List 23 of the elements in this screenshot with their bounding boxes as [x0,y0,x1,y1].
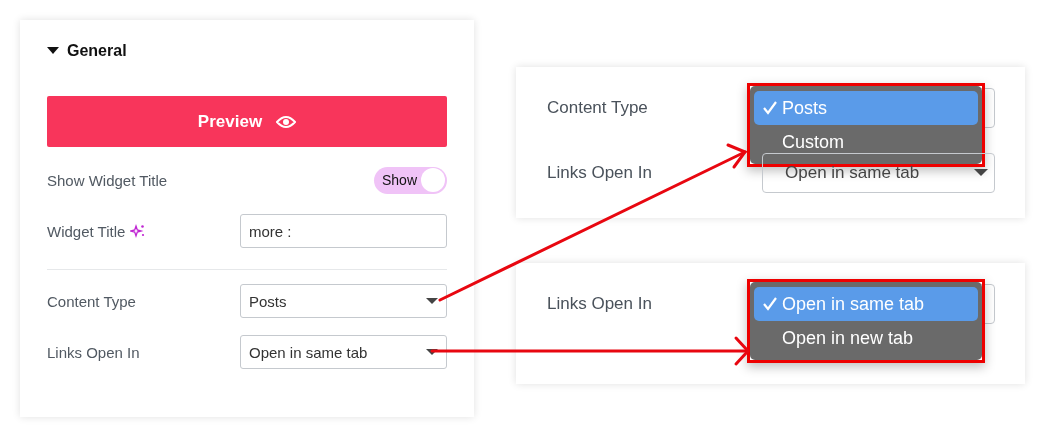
select-field[interactable]: Posts [240,284,447,318]
section-title[interactable]: General [67,42,127,60]
text-field[interactable]: more : [240,214,447,248]
select-field[interactable]: Open in same tab [240,335,447,369]
field-label: Widget Title [47,222,126,240]
field-label: Links Open In [547,294,652,314]
field-label: Links Open In [47,343,140,361]
field-label: Content Type [547,98,648,118]
caret-icon [426,297,438,305]
select-field[interactable]: Open in same tab [762,153,995,193]
toggle-switch[interactable]: Show [374,166,447,194]
caret-icon [426,348,438,356]
check-icon [762,101,778,115]
preview-button[interactable]: Preview [47,96,447,147]
eye-icon [276,114,297,129]
caret-icon [974,169,988,177]
field-label: Links Open In [547,163,652,183]
field-label: Content Type [47,292,136,310]
sparkle-icon[interactable] [130,223,147,239]
field-label: Show Widget Title [47,171,168,189]
caret-icon[interactable] [47,47,59,55]
check-icon [762,297,778,311]
dropdown-option[interactable]: Open in new tab [754,321,978,355]
